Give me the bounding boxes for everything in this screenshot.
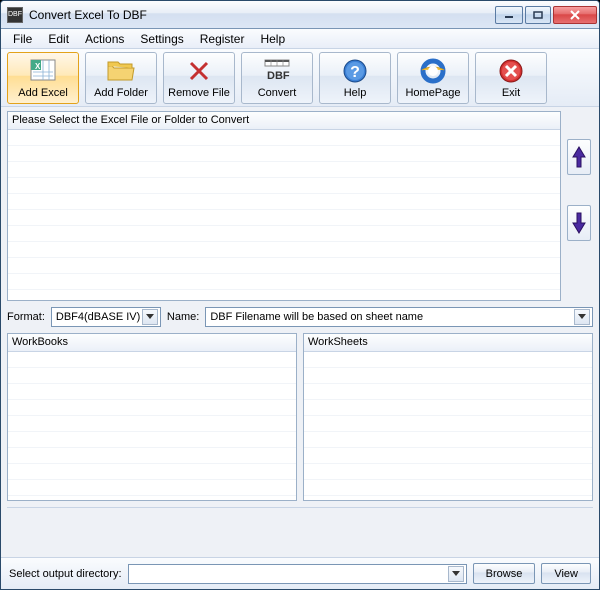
menu-file[interactable]: File [5, 30, 40, 48]
worksheets-list[interactable] [304, 352, 592, 500]
files-row: Please Select the Excel File or Folder t… [7, 111, 593, 301]
add-folder-button[interactable]: Add Folder [85, 52, 157, 104]
workbooks-list[interactable] [8, 352, 296, 500]
exit-x-icon [498, 57, 524, 85]
workbooks-header: WorkBooks [8, 334, 296, 352]
view-button[interactable]: View [541, 563, 591, 584]
close-icon [569, 10, 581, 20]
help-icon: ? [342, 57, 368, 85]
content-area: Please Select the Excel File or Folder t… [1, 107, 599, 557]
close-button[interactable] [553, 6, 597, 24]
help-label: Help [344, 87, 367, 99]
window-title: Convert Excel To DBF [29, 8, 495, 22]
name-label: Name: [167, 311, 199, 323]
convert-button[interactable]: DBF Convert [241, 52, 313, 104]
menu-help[interactable]: Help [252, 30, 293, 48]
workbooks-panel: WorkBooks [7, 333, 297, 501]
worksheets-header: WorkSheets [304, 334, 592, 352]
remove-x-icon [187, 57, 211, 85]
convert-label: Convert [258, 87, 297, 99]
dbf-icon: DBF [262, 57, 292, 85]
output-label: Select output directory: [9, 568, 122, 580]
maximize-button[interactable] [525, 6, 551, 24]
menu-register[interactable]: Register [192, 30, 253, 48]
format-combo[interactable]: DBF4(dBASE IV) [51, 307, 161, 327]
remove-file-button[interactable]: Remove File [163, 52, 235, 104]
maximize-icon [533, 11, 543, 19]
browse-button[interactable]: Browse [473, 563, 536, 584]
menu-actions[interactable]: Actions [77, 30, 132, 48]
name-combo[interactable]: DBF Filename will be based on sheet name [205, 307, 593, 327]
dropdown-chevron-icon [578, 314, 586, 320]
ie-icon [420, 57, 446, 85]
menu-bar: File Edit Actions Settings Register Help [1, 29, 599, 49]
homepage-label: HomePage [405, 87, 460, 99]
format-label: Format: [7, 311, 45, 323]
sheets-row: WorkBooks WorkSheets [7, 333, 593, 501]
titlebar[interactable]: DBF Convert Excel To DBF [1, 1, 599, 29]
format-value: DBF4(dBASE IV) [56, 311, 142, 323]
window-controls [495, 6, 597, 24]
dropdown-chevron-icon [452, 571, 460, 577]
move-up-button[interactable] [567, 139, 591, 175]
files-list[interactable] [8, 130, 560, 300]
output-dropdown-button[interactable] [448, 566, 464, 582]
exit-label: Exit [502, 87, 520, 99]
menu-settings[interactable]: Settings [132, 30, 191, 48]
arrow-down-icon [571, 211, 587, 235]
add-folder-label: Add Folder [94, 87, 148, 99]
excel-icon: X [29, 57, 57, 85]
minimize-button[interactable] [495, 6, 523, 24]
files-panel: Please Select the Excel File or Folder t… [7, 111, 561, 301]
svg-text:DBF: DBF [267, 70, 290, 82]
arrow-up-icon [571, 145, 587, 169]
minimize-icon [504, 11, 514, 19]
svg-text:X: X [35, 62, 41, 71]
files-panel-header: Please Select the Excel File or Folder t… [8, 112, 560, 130]
add-excel-button[interactable]: X Add Excel [7, 52, 79, 104]
menu-edit[interactable]: Edit [40, 30, 77, 48]
exit-button[interactable]: Exit [475, 52, 547, 104]
app-window: DBF Convert Excel To DBF File Edit Actio… [0, 0, 600, 590]
remove-file-label: Remove File [168, 87, 230, 99]
output-bar: Select output directory: Browse View [1, 557, 599, 589]
name-value: DBF Filename will be based on sheet name [210, 311, 574, 323]
app-icon: DBF [7, 7, 23, 23]
svg-text:?: ? [350, 64, 360, 81]
output-directory-combo[interactable] [128, 564, 467, 584]
toolbar: X Add Excel Add Folder Remove File DBF C… [1, 49, 599, 107]
worksheets-panel: WorkSheets [303, 333, 593, 501]
format-dropdown-button[interactable] [142, 309, 158, 325]
name-dropdown-button[interactable] [574, 309, 590, 325]
dropdown-chevron-icon [146, 314, 154, 320]
homepage-button[interactable]: HomePage [397, 52, 469, 104]
folder-icon [106, 57, 136, 85]
help-button[interactable]: ? Help [319, 52, 391, 104]
format-row: Format: DBF4(dBASE IV) Name: DBF Filenam… [7, 305, 593, 329]
add-excel-label: Add Excel [18, 87, 68, 99]
separator [7, 507, 593, 508]
move-down-button[interactable] [567, 205, 591, 241]
reorder-arrows [565, 111, 593, 301]
